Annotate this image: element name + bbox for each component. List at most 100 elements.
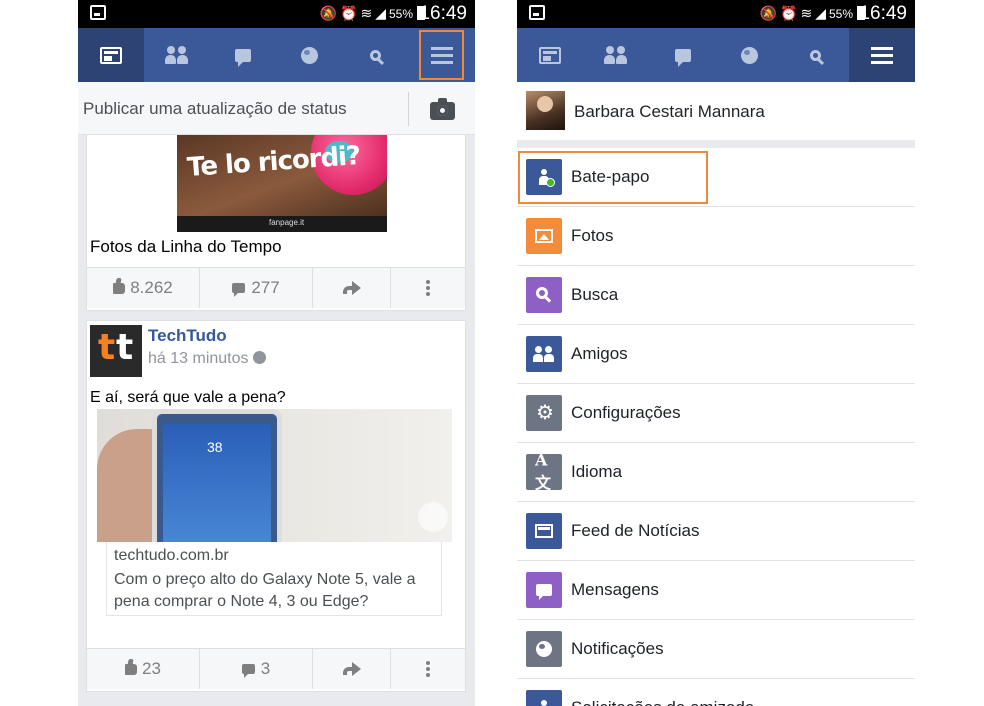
post-options-button[interactable] bbox=[391, 268, 465, 308]
page-avatar[interactable]: t t bbox=[90, 325, 142, 377]
menu-item-language[interactable]: A文 Idioma bbox=[517, 443, 915, 502]
comment-count: 277 bbox=[251, 278, 280, 297]
post-meta: há 13 minutos bbox=[148, 350, 266, 368]
chat-bubble-glyph bbox=[536, 584, 552, 600]
search-icon bbox=[370, 49, 382, 61]
comment-button[interactable]: 277 bbox=[200, 268, 313, 308]
menu-item-label: Busca bbox=[571, 285, 619, 304]
nav-messages[interactable] bbox=[650, 28, 716, 82]
friends-icon bbox=[165, 46, 189, 64]
profile-avatar bbox=[526, 91, 565, 130]
gear-glyph: ⚙ bbox=[536, 402, 554, 424]
post-time[interactable]: há 13 minutos bbox=[148, 350, 249, 367]
friend-request-icon bbox=[526, 690, 562, 706]
language-icon: A文 bbox=[526, 451, 562, 493]
like-button[interactable]: 8.262 bbox=[87, 268, 200, 308]
share-icon bbox=[342, 662, 361, 676]
menu-item-friend-requests[interactable]: Solicitações de amizade bbox=[517, 679, 915, 706]
friends-icon bbox=[604, 46, 628, 64]
battery-percent: 55% bbox=[388, 7, 413, 21]
menu-item-label: Notificações bbox=[571, 639, 664, 658]
feed-glyph bbox=[535, 524, 553, 538]
post-title[interactable]: Fotos da Linha do Tempo bbox=[90, 237, 282, 257]
page-name[interactable]: TechTudo bbox=[148, 326, 227, 346]
menu-item-messages[interactable]: Mensagens bbox=[517, 561, 915, 620]
share-button[interactable] bbox=[313, 649, 391, 689]
more-options-icon bbox=[426, 286, 430, 290]
post-card-timeline-photos: Te lo ricordi? fanpage.it Fotos da Linha… bbox=[86, 135, 466, 311]
post-text: E aí, será que vale a pena? bbox=[90, 389, 286, 406]
photos-icon bbox=[526, 218, 562, 254]
post-actions: 8.262 277 bbox=[87, 267, 465, 308]
globe-icon bbox=[526, 631, 562, 667]
gear-icon: ⚙ bbox=[526, 395, 562, 431]
menu-item-friends[interactable]: Amigos bbox=[517, 325, 915, 384]
translate-glyph: A文 bbox=[535, 450, 552, 493]
photo-credit: fanpage.it bbox=[269, 218, 305, 227]
like-count: 8.262 bbox=[130, 278, 173, 297]
profile-row[interactable]: Barbara Cestari Mannara bbox=[517, 82, 915, 140]
screenshot-icon bbox=[90, 5, 106, 20]
link-preview-image[interactable]: 38 bbox=[97, 409, 452, 542]
nav-search[interactable] bbox=[343, 28, 409, 82]
menu-item-label: Amigos bbox=[571, 344, 628, 363]
menu-item-label: Configurações bbox=[571, 403, 681, 422]
menu-item-label: Idioma bbox=[571, 462, 623, 481]
comment-icon bbox=[241, 664, 255, 678]
camera-icon[interactable] bbox=[430, 98, 455, 120]
section-separator bbox=[517, 140, 915, 148]
nav-more-menu[interactable] bbox=[848, 28, 915, 82]
link-preview-box[interactable]: techtudo.com.br Com o preço alto do Gala… bbox=[106, 542, 442, 616]
status-icons: 🔕⏰≋◢ bbox=[319, 5, 389, 21]
globe-icon bbox=[740, 46, 758, 64]
like-count: 23 bbox=[142, 659, 161, 678]
friends-icon bbox=[526, 336, 562, 372]
menu-item-notifications[interactable]: Notificações bbox=[517, 620, 915, 679]
profile-name: Barbara Cestari Mannara bbox=[574, 102, 765, 121]
chat-item-highlight bbox=[518, 151, 708, 204]
link-domain: techtudo.com.br bbox=[114, 547, 229, 564]
screenshot-icon bbox=[529, 5, 545, 20]
person-glyph bbox=[539, 700, 549, 706]
nav-news-feed[interactable] bbox=[517, 28, 583, 82]
more-options-icon bbox=[426, 667, 430, 671]
news-feed-icon bbox=[100, 46, 123, 64]
menu-button-highlight bbox=[419, 30, 464, 80]
post-photo[interactable]: Te lo ricordi? fanpage.it bbox=[177, 135, 387, 232]
menu-item-search[interactable]: Busca bbox=[517, 266, 915, 325]
nav-notifications[interactable] bbox=[277, 28, 343, 82]
nav-notifications[interactable] bbox=[716, 28, 782, 82]
composer-divider bbox=[408, 92, 409, 126]
top-nav bbox=[78, 28, 475, 82]
nav-friend-requests[interactable] bbox=[583, 28, 649, 82]
post-options-button[interactable] bbox=[391, 649, 465, 689]
nav-news-feed[interactable] bbox=[78, 28, 145, 82]
chat-icon bbox=[235, 48, 252, 67]
photo-credit-strip: fanpage.it bbox=[177, 216, 387, 232]
nav-messages[interactable] bbox=[210, 28, 276, 82]
status-placeholder[interactable]: Publicar uma atualização de status bbox=[83, 99, 347, 119]
hamburger-menu-icon bbox=[870, 53, 893, 57]
post-actions: 23 3 bbox=[87, 648, 465, 689]
phone-clock: 38 bbox=[207, 439, 223, 455]
like-button[interactable]: 23 bbox=[87, 649, 200, 689]
chat-icon bbox=[674, 48, 691, 67]
status-bar: 🔕⏰≋◢ 55% 16:49 bbox=[517, 0, 915, 28]
menu-item-news-feed[interactable]: Feed de Notícias bbox=[517, 502, 915, 561]
clock: 16:49 bbox=[859, 3, 907, 24]
thumbs-up-icon bbox=[113, 282, 126, 294]
menu-item-photos[interactable]: Fotos bbox=[517, 207, 915, 266]
avatar-letter-t2: t bbox=[116, 327, 134, 368]
globe-icon bbox=[301, 46, 319, 64]
share-button[interactable] bbox=[313, 268, 391, 308]
menu-item-label: Solicitações de amizade bbox=[571, 698, 754, 706]
status-icons: 🔕⏰≋◢ bbox=[759, 5, 829, 21]
search-icon bbox=[526, 277, 562, 313]
left-screen: 🔕⏰≋◢ 55% 16:49 Publicar uma atualização … bbox=[78, 0, 475, 706]
status-composer[interactable]: Publicar uma atualização de status bbox=[78, 82, 475, 135]
comment-button[interactable]: 3 bbox=[200, 649, 313, 689]
nav-search[interactable] bbox=[782, 28, 848, 82]
menu-item-settings[interactable]: ⚙ Configurações bbox=[517, 384, 915, 443]
thumbs-up-icon bbox=[125, 663, 138, 675]
nav-friend-requests[interactable] bbox=[144, 28, 210, 82]
